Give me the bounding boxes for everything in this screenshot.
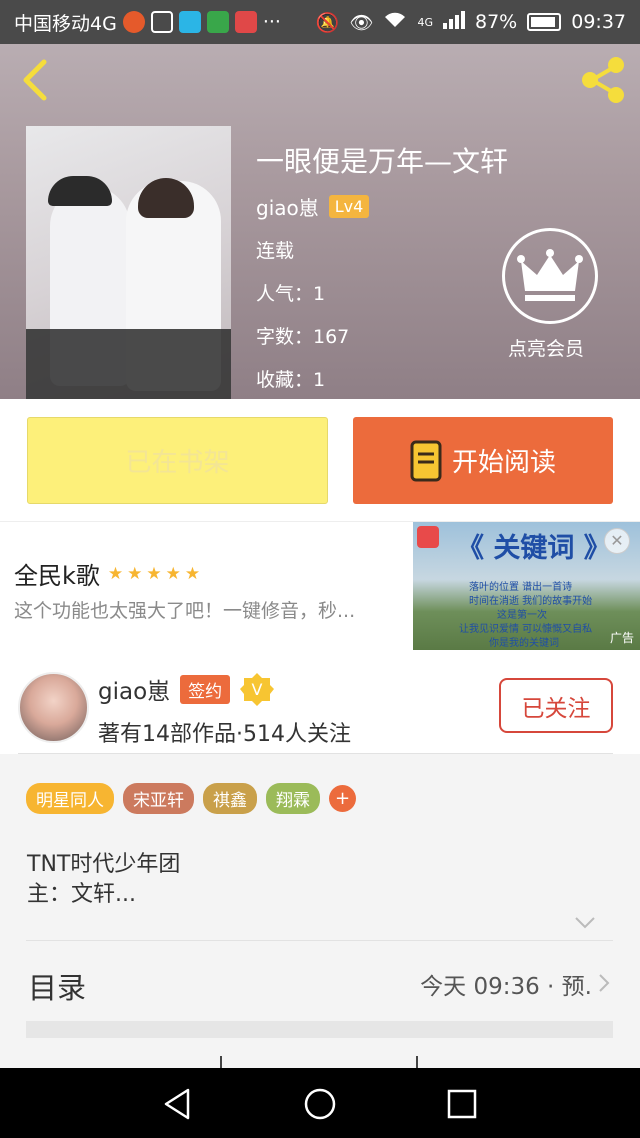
weibo-notification-icon	[122, 11, 145, 33]
more-notifications-icon: ···	[262, 11, 281, 33]
eye-icon: 👁	[349, 11, 374, 34]
ad-lyric-line: 这是第一次	[497, 610, 547, 621]
tag-list: 明星同人 宋亚轩 祺鑫 翔霖 +	[26, 783, 356, 814]
vip-crown-button[interactable]	[502, 228, 598, 324]
cover-hat	[48, 176, 112, 206]
book-description[interactable]: TNT时代少年团 主：文轩...	[27, 850, 180, 910]
ad-keyword: 《 关键词 》	[457, 533, 611, 564]
ad-lyric-line: 时间在消逝 我们的故事开始	[469, 596, 593, 607]
divider	[18, 753, 613, 754]
nav-recents-icon[interactable]	[444, 1086, 480, 1122]
tag-chip[interactable]: 宋亚轩	[123, 783, 194, 814]
share-icon	[582, 57, 624, 103]
author-name-row: giao崽 签约 V	[98, 672, 275, 706]
book-header: 一眼便是万年—文轩 giao崽 Lv4 连载 人气：1 字数：167 收藏：1 …	[0, 44, 640, 399]
section-bar	[26, 1021, 613, 1038]
tab-separator	[416, 1056, 418, 1068]
toc-title: 目录	[28, 971, 87, 1005]
nav-back-icon[interactable]	[160, 1086, 196, 1122]
start-reading-button[interactable]: 开始阅读	[353, 417, 613, 504]
system-nav-bar	[0, 1068, 640, 1138]
book-icon	[410, 440, 442, 481]
shield-notification-icon	[150, 11, 173, 33]
header-author-row[interactable]: giao崽 Lv4	[256, 192, 370, 221]
carrier-text: 中国移动4G	[14, 12, 117, 35]
ad-description: 这个功能也太强大了吧！一键修音，秒...	[14, 600, 356, 622]
expand-chevron-down-icon[interactable]	[574, 916, 596, 930]
video-notification-icon	[178, 11, 201, 33]
ad-title-row: 全民k歌 ★★★★★	[14, 556, 204, 591]
ad-banner[interactable]: 全民k歌 ★★★★★ 这个功能也太强大了吧！一键修音，秒... 《 关键词 》 …	[0, 521, 640, 658]
chevron-right-icon	[599, 974, 610, 992]
battery-icon	[527, 13, 562, 31]
action-bar: 已在书架 开始阅读	[0, 399, 640, 521]
book-word-count: 字数：167	[256, 326, 350, 348]
toc-latest-update: 今天 09:36 · 预.	[420, 974, 592, 1000]
rating-stars-icon: ★★★★★	[107, 563, 205, 584]
share-button[interactable]	[578, 56, 628, 104]
ad-lyric-line: 你是我的关键词	[489, 638, 559, 649]
author-stats: 著有14部作品·514人关注	[98, 722, 351, 747]
status-right: 🔕 👁 4G 87% 09:37	[315, 10, 626, 34]
clock: 09:37	[571, 11, 626, 33]
tag-chip[interactable]: 翔霖	[266, 783, 320, 814]
start-reading-label: 开始阅读	[451, 448, 556, 478]
signal-icon	[443, 10, 465, 34]
book-cover[interactable]	[26, 126, 231, 399]
wifi-icon	[383, 11, 407, 34]
book-favorites: 收藏：1	[256, 369, 326, 391]
tab-separator	[220, 1056, 222, 1068]
verified-v-icon: V	[240, 673, 275, 706]
followed-button[interactable]: 已关注	[499, 678, 613, 733]
header-author-name[interactable]: giao崽	[256, 192, 319, 221]
author-card: giao崽 签约 V 著有14部作品·514人关注 已关注	[0, 658, 640, 754]
ad-lyric-line: 落叶的位置 谱出一首诗	[469, 582, 573, 593]
signed-badge: 签约	[180, 674, 231, 704]
book-popularity: 人气：1	[256, 283, 326, 305]
description-line: TNT时代少年团	[27, 852, 181, 877]
crown-icon	[517, 249, 583, 301]
status-bar: 中国移动4G ··· 🔕 👁 4G 87% 09:37	[0, 0, 640, 44]
network-type: 4G	[417, 15, 433, 29]
back-button[interactable]	[16, 58, 56, 102]
book-status: 连载	[256, 240, 295, 262]
mute-icon: 🔕	[315, 11, 340, 34]
nav-home-icon[interactable]	[302, 1086, 338, 1122]
on-shelf-button[interactable]: 已在书架	[27, 417, 328, 504]
level-badge: Lv4	[328, 195, 370, 218]
tag-chip[interactable]: 明星同人	[26, 783, 114, 814]
ad-tag: 广告	[609, 631, 634, 645]
cut-off-tabs	[0, 1056, 640, 1068]
svg-text:V: V	[252, 680, 263, 699]
app-logo-icon	[417, 526, 439, 548]
cover-shadow	[26, 329, 231, 399]
author-name[interactable]: giao崽	[98, 672, 170, 706]
add-tag-button[interactable]: +	[329, 785, 356, 812]
description-line: 主：文轩...	[27, 882, 136, 907]
book-title: 一眼便是万年—文轩	[256, 145, 509, 178]
ad-title: 全民k歌	[14, 562, 100, 590]
table-of-contents-row[interactable]: 目录 今天 09:36 · 预.	[0, 941, 640, 1021]
battery-percent: 87%	[475, 11, 518, 33]
reader-notification-icon	[234, 11, 257, 33]
vip-label[interactable]: 点亮会员	[508, 334, 584, 361]
app-notification-icon	[206, 11, 229, 33]
carrier-group: 中国移动4G ···	[14, 9, 281, 36]
avatar[interactable]	[18, 672, 89, 743]
ad-close-button[interactable]: ✕	[604, 528, 630, 554]
ad-lyric-line: 让我见识爱情 可以慷慨又自私	[459, 624, 593, 635]
tag-chip[interactable]: 祺鑫	[203, 783, 257, 814]
